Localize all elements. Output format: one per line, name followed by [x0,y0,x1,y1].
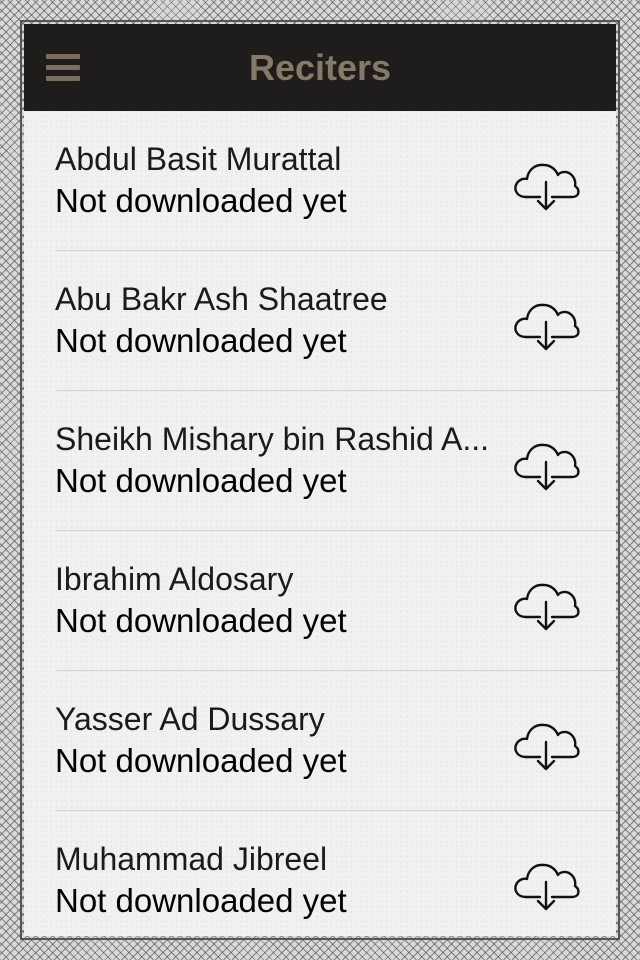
cloud-download-icon[interactable] [512,295,580,351]
cloud-download-icon[interactable] [512,155,580,211]
download-status: Not downloaded yet [55,882,347,919]
reciter-row[interactable]: Abu Bakr Ash Shaatree Not downloaded yet [24,251,616,391]
reciter-name: Abu Bakr Ash Shaatree [55,281,388,317]
cloud-download-icon[interactable] [512,855,580,911]
reciter-row[interactable]: Muhammad Jibreel Not downloaded yet [24,811,616,936]
download-status: Not downloaded yet [55,322,347,359]
app-screen: Reciters Abdul Basit Murattal Not downlo… [24,24,616,936]
download-status: Not downloaded yet [55,602,347,639]
cloud-download-icon[interactable] [512,715,580,771]
reciter-name: Muhammad Jibreel [55,841,328,877]
decorative-border-frame: Reciters Abdul Basit Murattal Not downlo… [0,0,640,960]
reciter-row[interactable]: Yasser Ad Dussary Not downloaded yet [24,671,616,811]
reciter-name: Ibrahim Aldosary [55,561,294,597]
page-title: Reciters [248,47,392,88]
reciter-row[interactable]: Ibrahim Aldosary Not downloaded yet [24,531,616,671]
download-status: Not downloaded yet [55,182,347,219]
navigation-bar: Reciters [24,24,616,111]
reciter-row[interactable]: Abdul Basit Murattal Not downloaded yet [24,111,616,251]
reciter-name: Yasser Ad Dussary [55,701,325,737]
reciters-list: Abdul Basit Murattal Not downloaded yet … [24,111,616,936]
download-status: Not downloaded yet [55,462,347,499]
download-status: Not downloaded yet [55,742,347,779]
reciter-name: Abdul Basit Murattal [55,141,342,177]
reciter-name: Sheikh Mishary bin Rashid A... [55,421,489,457]
cloud-download-icon[interactable] [512,575,580,631]
reciter-row[interactable]: Sheikh Mishary bin Rashid A... Not downl… [24,391,616,531]
cloud-download-icon[interactable] [512,435,580,491]
